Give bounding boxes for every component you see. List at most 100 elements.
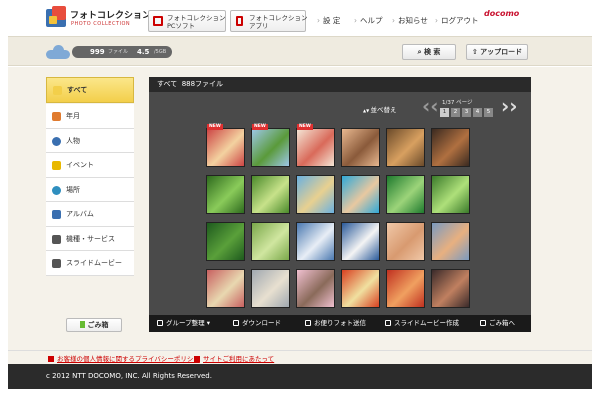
- photo-thumbnail[interactable]: [296, 222, 335, 261]
- sidebar-item-label: すべて: [67, 86, 88, 94]
- news-link[interactable]: お知らせ: [392, 15, 428, 26]
- file-unit: ファイル: [108, 49, 129, 55]
- main-area: すべて年月人物イベント場所アルバム機種・サービススライドムービー ごみ箱 すべて…: [8, 67, 592, 350]
- next-page-icon[interactable]: ››: [501, 96, 517, 116]
- sidebar-item[interactable]: 場所: [46, 177, 134, 202]
- photo-thumbnail[interactable]: [251, 269, 290, 308]
- upload-icon: ⇧: [471, 48, 481, 56]
- sidebar-item-label: 機種・サービス: [66, 234, 115, 243]
- cloud-icon: [46, 45, 70, 59]
- sidebar-item-label: アルバム: [66, 210, 94, 218]
- download-icon: [233, 320, 239, 326]
- photo-thumbnail[interactable]: [386, 175, 425, 214]
- page-info: 1/37 ページ: [442, 100, 473, 106]
- photo-thumbnail[interactable]: NEW: [251, 124, 290, 167]
- logo[interactable]: フォトコレクション PHOTO COLLECTION: [46, 6, 151, 31]
- logo-subtext: PHOTO COLLECTION: [71, 21, 131, 27]
- photo-thumbnail[interactable]: [386, 222, 425, 261]
- page-number-button[interactable]: 3: [462, 108, 471, 117]
- group-organize-button[interactable]: グループ整理 ▾: [157, 315, 210, 332]
- smartphone-icon: [236, 16, 243, 26]
- header: フォトコレクション PHOTO COLLECTION フォトコレクション PCソ…: [8, 0, 592, 36]
- photo-thumbnail[interactable]: [206, 269, 245, 308]
- terms-link[interactable]: サイトご利用にあたって: [194, 353, 274, 363]
- docomo-logo: docomo: [484, 9, 520, 18]
- prev-page-icon[interactable]: ‹‹: [422, 96, 438, 116]
- page-number-button[interactable]: 2: [451, 108, 460, 117]
- photo-thumbnail[interactable]: [386, 128, 425, 167]
- sidebar-item[interactable]: 人物: [46, 128, 134, 153]
- photo-panel: すべて 888ファイル 並べ替え ‹‹ 1/37 ページ 12345 ›› NE…: [149, 77, 531, 332]
- sidebar-item[interactable]: 機種・サービス: [46, 226, 134, 251]
- app-button[interactable]: フォトコレクション アプリ: [230, 10, 308, 32]
- sort-button[interactable]: 並べ替え: [363, 104, 396, 114]
- photo-thumbnail[interactable]: [341, 222, 380, 261]
- panel-toolbar: グループ整理 ▾ ダウンロード お便りフォト送信 スライドムービー作成 ごみ箱へ: [149, 315, 531, 332]
- page-number-button[interactable]: 5: [484, 108, 493, 117]
- settings-link[interactable]: 設 定: [317, 15, 340, 26]
- sidebar-item[interactable]: アルバム: [46, 202, 134, 227]
- pc-icon: [153, 16, 163, 26]
- grid-icon: [53, 86, 62, 95]
- sidebar-item-label: 年月: [66, 112, 80, 120]
- panel-title-category: すべて: [157, 80, 178, 88]
- page-number-button[interactable]: 1: [440, 108, 449, 117]
- trash-icon: [480, 320, 486, 326]
- move-to-trash-button[interactable]: ごみ箱へ: [480, 315, 515, 332]
- photo-thumbnail[interactable]: [386, 269, 425, 308]
- trash-button[interactable]: ごみ箱: [66, 318, 122, 332]
- sidebar-item[interactable]: すべて: [46, 77, 134, 103]
- phone-icon: [52, 234, 61, 244]
- photo-thumbnail[interactable]: [296, 269, 335, 308]
- sidebar-item-label: 人物: [66, 136, 80, 145]
- photo-thumbnail[interactable]: [341, 175, 380, 214]
- mail-icon: [305, 320, 311, 326]
- photo-thumbnail[interactable]: [341, 128, 380, 167]
- group-label: グループ整理: [166, 319, 205, 327]
- sidebar-item-label: イベント: [66, 161, 94, 169]
- photo-thumbnail[interactable]: [251, 175, 290, 214]
- photo-thumbnail[interactable]: NEW: [206, 124, 245, 167]
- slide-movie-button[interactable]: スライドムービー作成: [385, 315, 459, 332]
- sidebar-item[interactable]: スライドムービー: [46, 251, 134, 276]
- photo-thumbnail[interactable]: [431, 222, 470, 261]
- photo-thumbnail[interactable]: [251, 222, 290, 261]
- footer-links: お客様の個人情報に関するプライバシーポリシー サイトご利用にあたって: [8, 350, 592, 364]
- photo-thumbnail[interactable]: [206, 175, 245, 214]
- photo-collection-logo-icon: [46, 6, 66, 27]
- photo-thumbnail[interactable]: [431, 175, 470, 214]
- photo-thumbnail[interactable]: [206, 222, 245, 261]
- photo-thumbnail[interactable]: NEW: [296, 124, 335, 167]
- upload-button[interactable]: ⇧ アップロード: [466, 44, 528, 60]
- photo-thumbnail[interactable]: [431, 269, 470, 308]
- send-label: お便りフォト送信: [314, 319, 366, 327]
- panel-file-count: 888ファイル: [181, 80, 224, 88]
- app-frame: フォトコレクション PHOTO COLLECTION フォトコレクション PCソ…: [8, 0, 592, 400]
- download-label: ダウンロード: [242, 319, 281, 327]
- pc-software-button[interactable]: フォトコレクション PCソフト: [148, 10, 226, 32]
- sidebar-item[interactable]: イベント: [46, 153, 134, 178]
- download-button[interactable]: ダウンロード: [233, 315, 281, 332]
- help-link[interactable]: ヘルプ: [354, 15, 383, 26]
- star-icon: [52, 161, 61, 170]
- search-button[interactable]: ⌕ 検 索: [402, 44, 456, 60]
- new-badge: NEW: [297, 124, 313, 130]
- globe-icon: [52, 185, 61, 195]
- sidebar-item[interactable]: 年月: [46, 104, 134, 129]
- app-button-line2: アプリ: [249, 22, 269, 30]
- film-icon: [385, 320, 391, 326]
- upload-label: アップロード: [480, 48, 523, 56]
- photo-thumbnail[interactable]: [431, 128, 470, 167]
- send-photo-button[interactable]: お便りフォト送信: [305, 315, 366, 332]
- page-number-button[interactable]: 4: [473, 108, 482, 117]
- new-badge: NEW: [252, 124, 268, 130]
- slide-label: スライドムービー作成: [394, 319, 459, 327]
- pc-button-line2: PCソフト: [167, 22, 195, 30]
- privacy-policy-link[interactable]: お客様の個人情報に関するプライバシーポリシー: [48, 353, 200, 363]
- trash-label: ごみ箱: [87, 321, 109, 329]
- trash-move-label: ごみ箱へ: [489, 319, 515, 327]
- photo-thumbnail[interactable]: [296, 175, 335, 214]
- calendar-icon: [52, 112, 61, 121]
- logout-link[interactable]: ログアウト: [435, 15, 479, 26]
- photo-thumbnail[interactable]: [341, 269, 380, 308]
